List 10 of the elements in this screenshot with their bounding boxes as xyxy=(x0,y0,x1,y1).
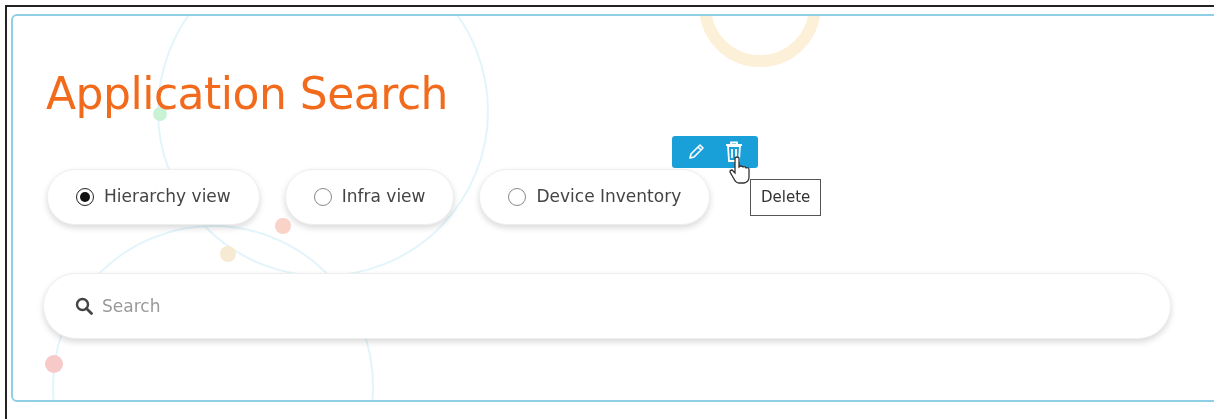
view-option[interactable]: Device Inventory xyxy=(479,168,711,225)
view-option[interactable]: Hierarchy view xyxy=(47,168,260,225)
page-title: Application Search xyxy=(46,68,449,121)
search-field[interactable]: Search xyxy=(43,272,1171,339)
search-icon xyxy=(75,296,93,315)
view-option[interactable]: Infra view xyxy=(284,168,455,225)
tooltip: Delete xyxy=(750,179,822,216)
trash-icon xyxy=(724,141,744,163)
pencil-icon xyxy=(686,142,706,162)
hand-cursor-icon xyxy=(729,156,751,184)
